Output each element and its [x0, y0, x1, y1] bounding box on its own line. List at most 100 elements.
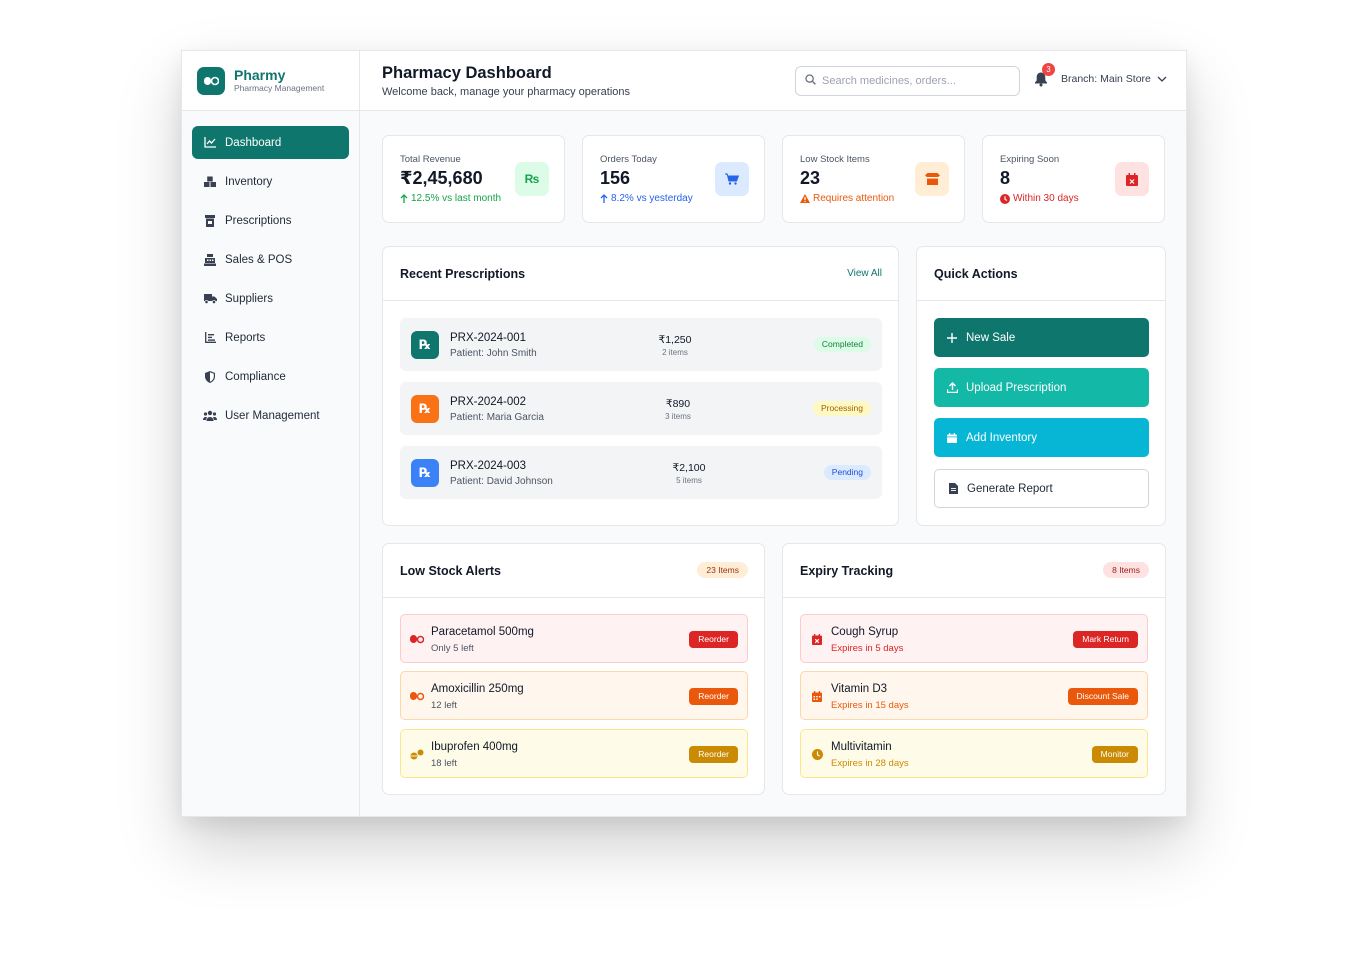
add-inventory-button[interactable]: Add Inventory [934, 418, 1149, 457]
sidebar-item-label: Prescriptions [225, 214, 292, 227]
stat-card-revenue: Total Revenue ₹2,45,680 12.5% vs last mo… [382, 135, 565, 223]
status-badge: Completed [813, 337, 871, 352]
item-name: Cough Syrup [831, 626, 899, 638]
new-sale-button[interactable]: New Sale [934, 318, 1149, 357]
view-all-link[interactable]: View All [847, 268, 882, 279]
item-name: Amoxicillin 250mg [431, 683, 524, 695]
stat-value: ₹2,45,680 [400, 168, 483, 188]
low-stock-item: Ibuprofen 400mg 18 left Reorder [400, 729, 748, 778]
count-badge: 8 Items [1103, 562, 1149, 578]
tablets-icon [410, 747, 424, 761]
prescription-icon: ℞ [411, 331, 439, 359]
low-stock-item: Amoxicillin 250mg 12 left Reorder [400, 671, 748, 720]
prescription-patient: Patient: John Smith [450, 348, 537, 359]
calendar-x-icon [810, 632, 824, 646]
button-label: Upload Prescription [966, 381, 1067, 394]
bar-chart-icon [203, 331, 217, 345]
monitor-button[interactable]: Monitor [1091, 746, 1138, 763]
prescription-amount: ₹1,250 [658, 334, 692, 346]
sidebar-item-dashboard[interactable]: Dashboard [192, 126, 349, 159]
discount-sale-button[interactable]: Discount Sale [1067, 688, 1138, 705]
status-badge: Pending [823, 465, 871, 480]
search-input[interactable] [822, 75, 1002, 87]
upload-prescription-button[interactable]: Upload Prescription [934, 368, 1149, 407]
prescription-row[interactable]: ℞ PRX-2024-003 Patient: David Johnson ₹2… [400, 446, 882, 499]
section-title: Expiry Tracking [800, 564, 894, 578]
stat-label: Low Stock Items [800, 154, 870, 165]
brand-name: Pharmy [234, 67, 286, 83]
reorder-button[interactable]: Reorder [689, 746, 738, 763]
sidebar-item-user-management[interactable]: User Management [192, 399, 349, 432]
mark-return-button[interactable]: Mark Return [1073, 631, 1138, 648]
sidebar-item-sales-pos[interactable]: Sales & POS [192, 243, 349, 276]
branch-label: Branch: Main Store [1061, 73, 1151, 85]
calendar-plus-icon [946, 432, 958, 444]
sidebar-item-label: Sales & POS [225, 253, 293, 266]
divider [383, 597, 764, 598]
prescription-patient: Patient: Maria Garcia [450, 412, 544, 423]
prescription-icon: ℞ [411, 395, 439, 423]
item-name: Ibuprofen 400mg [431, 741, 518, 753]
stat-value: 8 [1000, 168, 1011, 188]
stat-note-text: Requires attention [813, 193, 895, 204]
stat-card-orders: Orders Today 156 8.2% vs yesterday [582, 135, 765, 223]
prescription-patient: Patient: David Johnson [450, 476, 553, 487]
prescription-row[interactable]: ℞ PRX-2024-001 Patient: John Smith ₹1,25… [400, 318, 882, 371]
low-stock-panel: Low Stock Alerts 23 Items Paracetamol 50… [382, 543, 765, 795]
recent-prescriptions-panel: Recent Prescriptions View All ℞ PRX-2024… [382, 246, 899, 526]
sidebar-item-compliance[interactable]: Compliance [192, 360, 349, 393]
app-window: Pharmy Pharmacy Management Dashboard Inv… [181, 50, 1187, 817]
arrow-up-icon [600, 194, 608, 203]
divider [383, 300, 898, 301]
count-badge: 23 Items [697, 562, 748, 578]
brand[interactable]: Pharmy Pharmacy Management [182, 51, 359, 111]
calendar-icon [810, 689, 824, 703]
box-open-icon [915, 162, 949, 196]
search-icon [805, 72, 816, 90]
item-name: Vitamin D3 [831, 683, 888, 695]
divider [917, 300, 1165, 301]
sidebar-item-suppliers[interactable]: Suppliers [192, 282, 349, 315]
prescription-row[interactable]: ℞ PRX-2024-002 Patient: Maria Garcia ₹89… [400, 382, 882, 435]
file-icon [947, 483, 959, 495]
stat-note: 12.5% vs last month [400, 193, 501, 204]
search-box[interactable] [795, 66, 1020, 96]
reorder-button[interactable]: Reorder [689, 688, 738, 705]
item-quantity: 12 left [431, 700, 457, 711]
prescription-id: PRX-2024-003 [450, 460, 527, 472]
sidebar-item-label: Compliance [225, 370, 286, 383]
prescription-items: 5 items [676, 476, 702, 485]
sidebar-item-inventory[interactable]: Inventory [192, 165, 349, 198]
notification-badge: 3 [1042, 63, 1055, 76]
upload-icon [946, 382, 958, 394]
prescription-id: PRX-2024-002 [450, 396, 527, 408]
sidebar-item-label: Suppliers [225, 292, 273, 305]
pills-icon [410, 632, 424, 646]
section-title: Low Stock Alerts [400, 564, 501, 578]
expiry-text: Expires in 28 days [831, 758, 909, 769]
stat-card-expiring: Expiring Soon 8 Within 30 days [982, 135, 1165, 223]
button-label: Add Inventory [966, 431, 1037, 444]
stat-note: 8.2% vs yesterday [600, 193, 693, 204]
expiry-text: Expires in 15 days [831, 700, 909, 711]
generate-report-button[interactable]: Generate Report [934, 469, 1149, 508]
reorder-button[interactable]: Reorder [689, 631, 738, 648]
chart-line-icon [203, 136, 217, 150]
rupee-icon: ₨ [515, 162, 549, 196]
chevron-down-icon [1157, 73, 1167, 85]
stat-label: Orders Today [600, 154, 657, 165]
prescription-items: 2 items [662, 348, 688, 357]
brand-subtitle: Pharmacy Management [234, 83, 325, 93]
stat-note-text: Within 30 days [1013, 193, 1079, 204]
branch-selector[interactable]: Branch: Main Store [1061, 73, 1167, 85]
prescription-bottle-icon [203, 214, 217, 228]
sidebar-item-label: User Management [225, 409, 320, 422]
prescription-icon: ℞ [411, 459, 439, 487]
expiry-item: Cough Syrup Expires in 5 days Mark Retur… [800, 614, 1148, 663]
sidebar-item-prescriptions[interactable]: Prescriptions [192, 204, 349, 237]
sidebar-item-label: Reports [225, 331, 266, 344]
main-content: Pharmacy Dashboard Welcome back, manage … [360, 51, 1186, 816]
top-bar: Pharmacy Dashboard Welcome back, manage … [360, 51, 1186, 111]
cart-icon [715, 162, 749, 196]
sidebar-item-reports[interactable]: Reports [192, 321, 349, 354]
